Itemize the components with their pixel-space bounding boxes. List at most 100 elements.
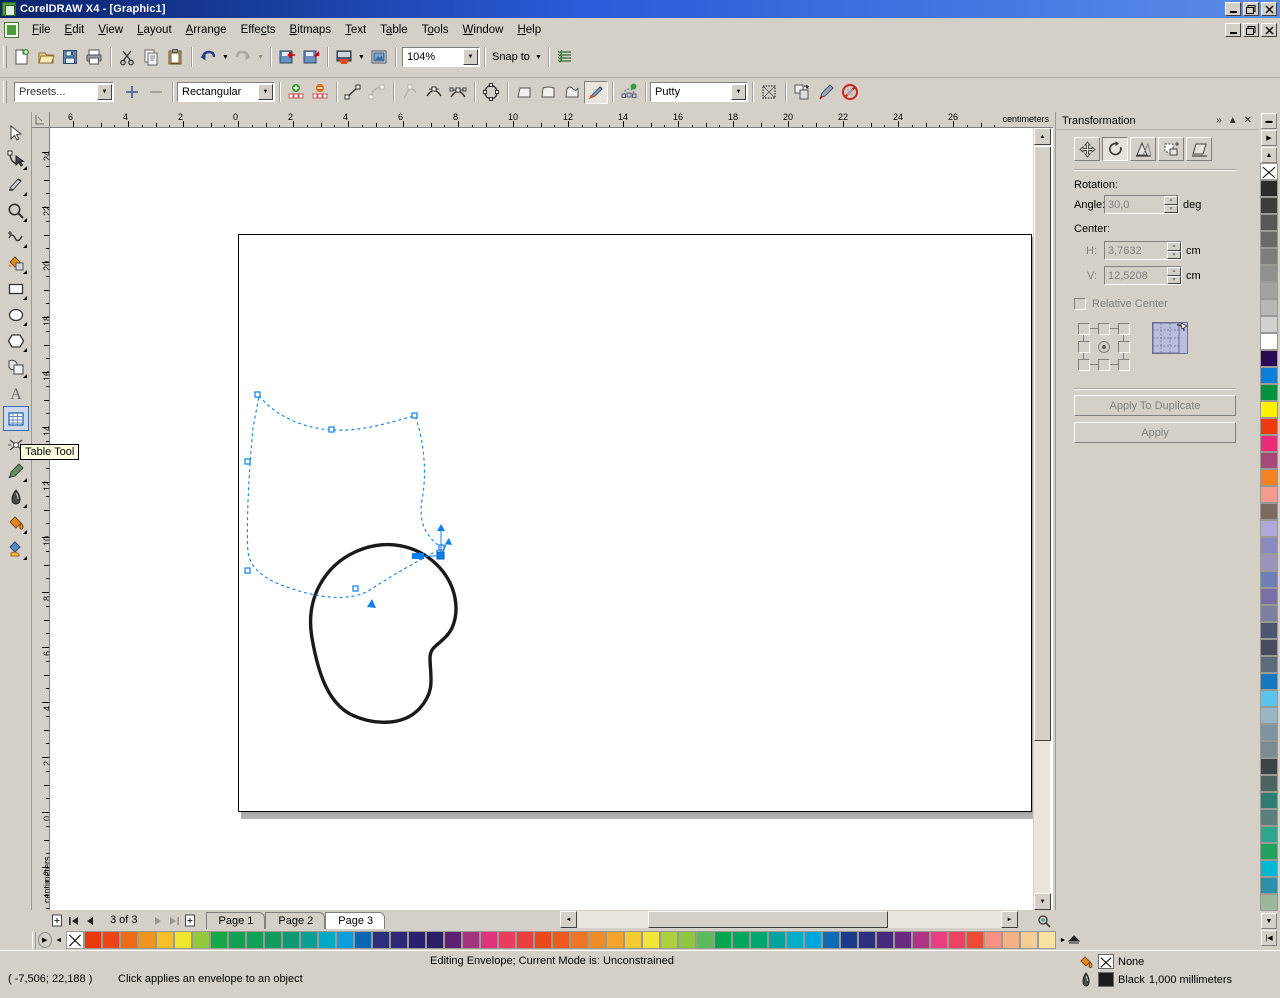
palette-swatch[interactable] xyxy=(569,931,588,949)
anchor-middle-left[interactable] xyxy=(1074,338,1094,359)
palette-swatch[interactable] xyxy=(1260,248,1278,265)
flyout-arrow-icon[interactable] xyxy=(22,192,27,196)
copy-properties-button[interactable] xyxy=(814,81,838,104)
anchor-middle-right[interactable] xyxy=(1114,338,1134,359)
center-h-spin-up-icon[interactable]: ▲ xyxy=(1167,242,1181,251)
property-bar-grip[interactable] xyxy=(3,81,7,103)
position-mode-button[interactable] xyxy=(1074,137,1100,161)
palette-swatch[interactable] xyxy=(1260,843,1278,860)
anchor-point-selector[interactable] xyxy=(1056,310,1258,374)
anchor-center[interactable] xyxy=(1094,338,1114,356)
envelope-mode-dropdown-arrow-icon[interactable]: ▼ xyxy=(258,84,273,100)
palette-swatch[interactable] xyxy=(407,931,426,949)
convert-to-line-button[interactable] xyxy=(341,81,365,104)
palette-swatch[interactable] xyxy=(371,931,390,949)
scroll-up-button[interactable]: ▲ xyxy=(1034,128,1051,145)
palette-swatch[interactable] xyxy=(101,931,120,949)
anchor-bottom-right[interactable] xyxy=(1114,356,1134,374)
center-v-spin-up-icon[interactable]: ▲ xyxy=(1167,267,1181,276)
palette-swatch[interactable] xyxy=(821,931,840,949)
palette-swatch[interactable] xyxy=(119,931,138,949)
document-page[interactable] xyxy=(238,234,1032,812)
outline-swatch[interactable] xyxy=(1098,972,1114,987)
palette-swatch[interactable] xyxy=(1260,877,1278,894)
angle-spin-down-icon[interactable]: ▼ xyxy=(1164,204,1178,213)
palette-swatch[interactable] xyxy=(1260,452,1278,469)
anchor-bottom-left[interactable] xyxy=(1074,356,1098,374)
single-arc-mode-button[interactable] xyxy=(536,81,560,104)
size-mode-button[interactable] xyxy=(1158,137,1184,161)
palette-swatch[interactable] xyxy=(1260,724,1278,741)
close-button[interactable] xyxy=(1261,2,1277,16)
palette-swatch[interactable] xyxy=(1260,792,1278,809)
add-page-before-button[interactable] xyxy=(50,912,65,928)
palette-swatch[interactable] xyxy=(227,931,246,949)
mdi-minimize-button[interactable] xyxy=(1225,23,1241,37)
apply-button[interactable]: Apply xyxy=(1074,422,1236,443)
add-node-button[interactable] xyxy=(284,81,308,104)
palette-swatch[interactable] xyxy=(1260,775,1278,792)
new-document-button[interactable] xyxy=(10,46,34,69)
palette-swatch[interactable] xyxy=(1260,435,1278,452)
palette-swatch[interactable] xyxy=(1260,826,1278,843)
rotate-mode-button[interactable] xyxy=(1102,137,1128,161)
palette-swatch[interactable] xyxy=(1260,180,1278,197)
chevron-up-icon[interactable]: ▲ xyxy=(1228,115,1238,126)
palette-swatch[interactable] xyxy=(1260,401,1278,418)
chevrons-right-icon[interactable]: » xyxy=(1216,115,1222,126)
last-page-button[interactable] xyxy=(166,912,182,928)
add-preset-button[interactable] xyxy=(120,81,144,104)
palette-swatch[interactable] xyxy=(425,931,444,949)
palette-swatch[interactable] xyxy=(929,931,948,949)
menu-effects[interactable]: Effects xyxy=(234,21,283,39)
palette-swatch[interactable] xyxy=(1260,418,1278,435)
drawing-canvas[interactable] xyxy=(50,128,1053,910)
menu-table[interactable]: Table xyxy=(373,21,415,39)
palette-expand-bottom-icon[interactable] xyxy=(1068,932,1081,948)
menu-bitmaps[interactable]: Bitmaps xyxy=(283,21,339,39)
envelope-mode-combo[interactable]: Rectangular ▼ xyxy=(177,82,275,102)
menu-help[interactable]: Help xyxy=(510,21,548,39)
palette-swatch[interactable] xyxy=(893,931,912,949)
palette-swatch[interactable] xyxy=(1260,571,1278,588)
palette-swatch[interactable] xyxy=(83,931,102,949)
menu-window[interactable]: Window xyxy=(456,21,511,39)
presets-dropdown-arrow-icon[interactable]: ▼ xyxy=(97,84,112,100)
rectangle-tool[interactable] xyxy=(3,276,29,301)
palette-swatch[interactable] xyxy=(1260,860,1278,877)
palette-swatch[interactable] xyxy=(1260,809,1278,826)
apply-to-duplicate-button[interactable]: Apply To Duplicate xyxy=(1074,395,1236,416)
export-button[interactable] xyxy=(299,46,323,69)
palette-swatch[interactable] xyxy=(1260,639,1278,656)
undo-button[interactable] xyxy=(196,46,220,69)
palette-swatch[interactable] xyxy=(641,931,660,949)
copy-button[interactable] xyxy=(139,46,163,69)
clear-envelope-button[interactable] xyxy=(838,81,862,104)
flyout-arrow-icon[interactable] xyxy=(22,556,27,560)
flyout-arrow-icon[interactable] xyxy=(22,270,27,274)
palette-swatch[interactable] xyxy=(1260,384,1278,401)
ellipse-tool[interactable] xyxy=(3,302,29,327)
mapping-mode-combo[interactable]: Putty ▼ xyxy=(650,82,748,102)
menu-file[interactable]: File xyxy=(25,21,58,39)
launcher-dropdown-arrow-icon[interactable]: ▼ xyxy=(356,46,367,69)
palette-swatch[interactable] xyxy=(1260,486,1278,503)
table-tool[interactable] xyxy=(2,406,29,431)
flyout-arrow-icon[interactable] xyxy=(22,244,27,248)
undo-dropdown-arrow-icon[interactable]: ▼ xyxy=(220,46,231,69)
mdi-close-button[interactable] xyxy=(1261,23,1277,37)
palette-scroll-down-icon[interactable]: ▼ xyxy=(1261,913,1277,929)
palette-swatch[interactable] xyxy=(713,931,732,949)
palette-swatch[interactable] xyxy=(803,931,822,949)
horizontal-scrollbar[interactable]: ◄ ► xyxy=(560,911,1018,928)
mapping-mode-dropdown-arrow-icon[interactable]: ▼ xyxy=(731,84,746,100)
relative-center-checkbox[interactable] xyxy=(1074,298,1086,310)
cut-button[interactable] xyxy=(115,46,139,69)
palette-swatch[interactable] xyxy=(533,931,552,949)
menu-edit[interactable]: Edit xyxy=(58,21,92,39)
polygon-tool[interactable] xyxy=(3,328,29,353)
relative-center-row[interactable]: Relative Center xyxy=(1056,285,1258,310)
smart-fill-tool[interactable] xyxy=(3,250,29,275)
docker-title-bar[interactable]: Transformation » ▲ ✕ xyxy=(1056,112,1258,130)
palette-swatch[interactable] xyxy=(1260,197,1278,214)
